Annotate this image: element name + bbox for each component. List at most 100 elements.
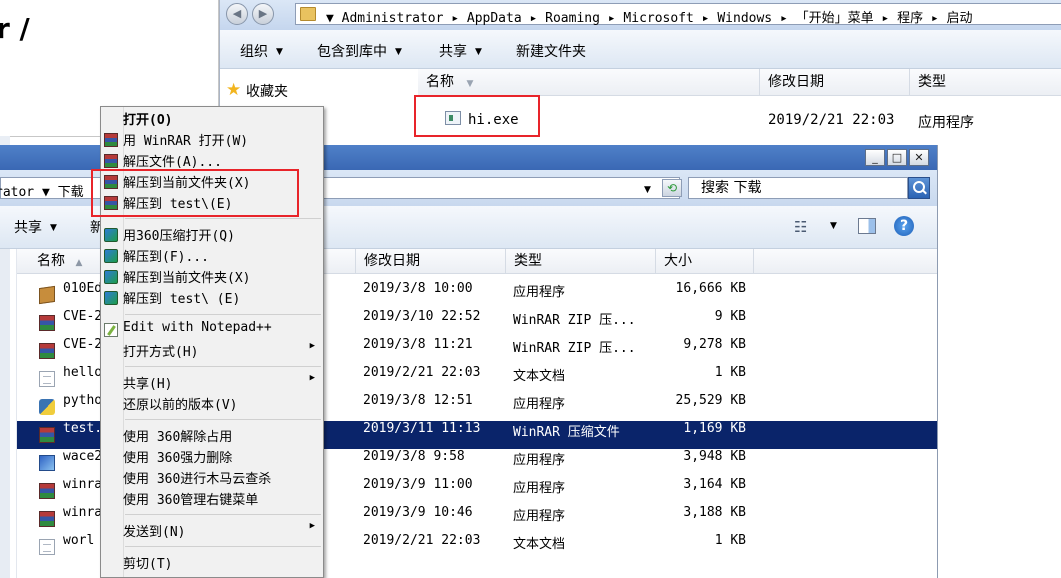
menu-item[interactable]: 打开方式(H) ▶: [101, 341, 323, 362]
col-modified-label: 修改日期: [364, 253, 420, 269]
top-column-header: 名称 ▼ 修改日期 类型: [418, 69, 1061, 96]
installer-icon: [39, 455, 55, 471]
file-type: WinRAR 压缩文件: [513, 425, 620, 440]
menu-item[interactable]: 还原以前的版本(V): [101, 394, 323, 415]
winrar-icon: [39, 315, 55, 331]
menu-item[interactable]: 解压到(F)...: [101, 246, 323, 267]
new-folder-button[interactable]: 新建文件夹: [516, 41, 586, 61]
menu-item[interactable]: 发送到(N) ▶: [101, 521, 323, 542]
col-type-label: 类型: [514, 253, 542, 269]
file-modified: 2019/3/8 10:00: [363, 281, 473, 296]
winrar-icon: [39, 483, 55, 499]
preview-pane-icon[interactable]: [858, 218, 876, 234]
menu-item-label: 使用 360解除占用: [123, 430, 233, 445]
file-type: 文本文档: [513, 537, 566, 552]
chevron-down-icon: ▼: [475, 47, 482, 57]
menu-item-label: 发送到(N): [123, 525, 186, 540]
file-size: 3,188 KB: [683, 505, 746, 520]
file-type: WinRAR ZIP 压...: [513, 313, 636, 328]
nav-item-favorites[interactable]: 收藏夹: [246, 81, 288, 101]
submenu-arrow-icon: ▶: [309, 373, 315, 383]
menu-separator: [125, 218, 321, 219]
organize-label: 组织: [240, 44, 268, 60]
file-type: 应用程序: [513, 481, 566, 496]
menu-separator: [125, 314, 321, 315]
col-modified[interactable]: 修改日期: [356, 249, 506, 273]
view-options-chevron-icon[interactable]: ▼: [830, 221, 837, 231]
minimize-button[interactable]: _: [865, 149, 885, 166]
winrar-icon: [104, 154, 118, 168]
menu-item[interactable]: 解压到 test\ (E): [101, 288, 323, 309]
forward-button[interactable]: ▶: [252, 3, 274, 25]
top-address-field[interactable]: ▼ Administrator ▸ AppData ▸ Roaming ▸ Mi…: [295, 3, 1061, 26]
address-history-icon[interactable]: ▼: [644, 185, 651, 195]
menu-item[interactable]: 用 WinRAR 打开(W): [101, 130, 323, 151]
top-breadcrumb[interactable]: ▼ Administrator ▸ AppData ▸ Roaming ▸ Mi…: [326, 7, 973, 26]
menu-item[interactable]: 使用 360强力删除: [101, 447, 323, 468]
top-col-modified-label: 修改日期: [768, 74, 824, 90]
sort-arrow-icon: ▼: [466, 79, 474, 89]
main-breadcrumb[interactable]: rator ▼ 下载: [0, 181, 84, 200]
col-size-label: 大小: [664, 253, 692, 269]
top-address-bar: ◀ ▶ ▼ Administrator ▸ AppData ▸ Roaming …: [220, 0, 1061, 30]
menu-item[interactable]: 共享(H) ▶: [101, 373, 323, 394]
startup-explorer-window: ◀ ▶ ▼ Administrator ▸ AppData ▸ Roaming …: [219, 0, 1061, 145]
file-type: 应用程序: [513, 285, 566, 300]
notepadpp-icon: [104, 323, 118, 337]
search-input[interactable]: 搜索 下载: [688, 177, 908, 199]
view-details-icon[interactable]: ☷: [794, 218, 807, 236]
file-type: 应用程序: [513, 453, 566, 468]
menu-item[interactable]: 使用 360进行木马云查杀: [101, 468, 323, 489]
nav-scrollbar[interactable]: [0, 249, 10, 578]
menu-item-label: 使用 360进行木马云查杀: [123, 472, 272, 487]
submenu-arrow-icon: ▶: [309, 341, 315, 351]
file-name: winra: [63, 505, 103, 520]
menu-item[interactable]: 打开(O): [101, 109, 323, 130]
favorites-star-icon: ★: [226, 80, 242, 100]
main-nav-pane: [0, 249, 17, 578]
sort-up-icon: ▲: [75, 258, 83, 268]
winrar-icon: [104, 133, 118, 147]
file-name: CVE-2: [63, 309, 103, 324]
include-library-button[interactable]: 包含到库中 ▼: [317, 41, 402, 61]
menu-separator: [125, 366, 321, 367]
chevron-down-icon: ▼: [50, 223, 57, 233]
top-share-label: 共享: [439, 44, 467, 60]
col-size[interactable]: 大小: [656, 249, 754, 273]
menu-item[interactable]: 解压到当前文件夹(X): [101, 267, 323, 288]
close-button[interactable]: ✕: [909, 149, 929, 166]
back-button[interactable]: ◀: [226, 3, 248, 25]
file-modified: 2019/3/10 22:52: [363, 309, 481, 324]
file-name: hello: [63, 365, 103, 380]
file-type: 应用程序: [513, 397, 566, 412]
menu-item[interactable]: 使用 360解除占用: [101, 426, 323, 447]
main-share-button[interactable]: 共享 ▼: [14, 217, 57, 237]
text-file-icon: [39, 539, 55, 555]
maximize-button[interactable]: □: [887, 149, 907, 166]
search-icon[interactable]: [908, 177, 930, 199]
top-share-button[interactable]: 共享 ▼: [439, 41, 482, 61]
file-modified: 2019/3/8 9:58: [363, 449, 465, 464]
col-type[interactable]: 类型: [506, 249, 656, 273]
help-icon[interactable]: ?: [894, 216, 914, 236]
python-icon: [39, 399, 55, 415]
top-col-modified[interactable]: 修改日期: [760, 69, 910, 95]
menu-item-label: Edit with Notepad++: [123, 320, 272, 335]
top-col-name[interactable]: 名称 ▼: [418, 69, 760, 95]
file-modified: 2019/3/9 11:00: [363, 477, 473, 492]
file-name: worl: [63, 533, 95, 548]
menu-item[interactable]: 用360压缩打开(Q): [101, 225, 323, 246]
winrar-icon: [39, 343, 55, 359]
top-col-type[interactable]: 类型: [910, 69, 1061, 95]
menu-item[interactable]: 使用 360管理右键菜单: [101, 489, 323, 510]
menu-item-label: 使用 360管理右键菜单: [123, 493, 259, 508]
file-modified: 2019/2/21 22:03: [363, 365, 481, 380]
refresh-icon[interactable]: ⟲: [662, 179, 682, 197]
menu-item[interactable]: Edit with Notepad++: [101, 320, 323, 341]
box-icon: [39, 285, 55, 305]
file-type: WinRAR ZIP 压...: [513, 341, 636, 356]
menu-item[interactable]: 剪切(T): [101, 553, 323, 574]
file-size: 1 KB: [714, 365, 746, 380]
organize-button[interactable]: 组织 ▼: [240, 41, 283, 61]
menu-item-label: 用360压缩打开(Q): [123, 229, 235, 244]
